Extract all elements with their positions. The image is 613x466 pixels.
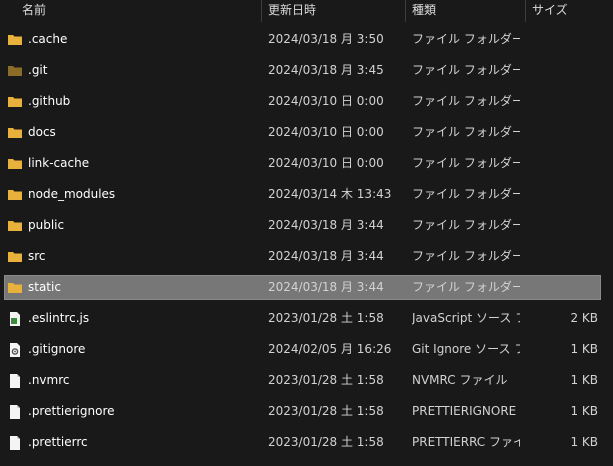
file-row[interactable]: .eslintrc.js 2023/01/28 土 1:58 JavaScript … (0, 306, 613, 337)
file-type: ファイル フォルダー (412, 249, 520, 263)
file-type: NVMRC ファイル (412, 373, 508, 387)
file-row[interactable]: .prettierrc 2023/01/28 土 1:58 PRETTIERRC フ… (0, 430, 613, 461)
column-date-header[interactable]: 更新日時 (268, 0, 316, 22)
file-size (530, 120, 598, 145)
file-type: PRETTIERIGNORE ... (412, 404, 520, 418)
file-date: 2024/03/10 日 0:00 (268, 156, 384, 170)
file-type: PRETTIERRC ファイル (412, 435, 520, 449)
file-name: static (28, 280, 61, 294)
file-size (530, 27, 598, 52)
file-date: 2023/01/28 土 1:58 (268, 404, 384, 418)
folder-icon (7, 280, 23, 296)
file-size (530, 275, 598, 300)
folder-icon (7, 32, 23, 48)
file-date: 2024/03/18 月 3:50 (268, 32, 384, 46)
column-divider[interactable] (261, 0, 262, 22)
file-icon (7, 435, 23, 451)
file-list: .cache 2024/03/18 月 3:50 ファイル フォルダー .git 202… (0, 27, 613, 461)
file-size: 1 KB (570, 404, 598, 418)
file-row[interactable]: link-cache 2024/03/10 日 0:00 ファイル フォルダー (0, 151, 613, 182)
column-name-header[interactable]: 名前 (22, 0, 46, 22)
sort-ascending-icon: ^ (131, 0, 142, 8)
folder-icon (7, 249, 23, 265)
file-type: ファイル フォルダー (412, 32, 520, 46)
file-date: 2024/03/10 日 0:00 (268, 125, 384, 139)
file-type: ファイル フォルダー (412, 280, 520, 294)
file-size (530, 244, 598, 269)
file-row[interactable]: .nvmrc 2023/01/28 土 1:58 NVMRC ファイル 1 KB (0, 368, 613, 399)
file-name: docs (28, 125, 56, 139)
column-header: 名前 ^ 更新日時 種類 サイズ (0, 0, 613, 22)
file-row[interactable]: docs 2024/03/10 日 0:00 ファイル フォルダー (0, 120, 613, 151)
file-row[interactable]: .prettierignore 2023/01/28 土 1:58 PRETTIER… (0, 399, 613, 430)
file-date: 2023/01/28 土 1:58 (268, 311, 384, 325)
file-name: .cache (28, 32, 68, 46)
column-size-header[interactable]: サイズ (532, 0, 568, 22)
file-icon (7, 404, 23, 420)
file-type: ファイル フォルダー (412, 156, 520, 170)
file-date: 2024/03/18 月 3:44 (268, 218, 384, 232)
file-icon (7, 373, 23, 389)
file-row[interactable]: .cache 2024/03/18 月 3:50 ファイル フォルダー (0, 27, 613, 58)
folder-icon (7, 187, 23, 203)
file-name: .eslintrc.js (28, 311, 90, 325)
file-date: 2024/02/05 月 16:26 (268, 342, 392, 356)
folder-icon (7, 156, 23, 172)
file-date: 2024/03/18 月 3:44 (268, 249, 384, 263)
file-row[interactable]: public 2024/03/18 月 3:44 ファイル フォルダー (0, 213, 613, 244)
file-type: ファイル フォルダー (412, 125, 520, 139)
file-type: ファイル フォルダー (412, 63, 520, 77)
file-size (530, 89, 598, 114)
file-name: .gitignore (28, 342, 86, 356)
file-name: .prettierignore (28, 404, 115, 418)
column-divider[interactable] (525, 0, 526, 22)
column-type-header[interactable]: 種類 (412, 0, 436, 22)
file-size: 1 KB (570, 342, 598, 356)
file-date: 2024/03/14 木 13:43 (268, 187, 392, 201)
column-divider[interactable] (405, 0, 406, 22)
file-name: .github (28, 94, 71, 108)
file-date: 2023/01/28 土 1:58 (268, 373, 384, 387)
file-row[interactable]: src 2024/03/18 月 3:44 ファイル フォルダー (0, 244, 613, 275)
file-name: .nvmrc (28, 373, 70, 387)
file-size (530, 213, 598, 238)
file-size (530, 151, 598, 176)
file-row[interactable]: node_modules 2024/03/14 木 13:43 ファイル フォルダー (0, 182, 613, 213)
file-name: public (28, 218, 65, 232)
js-file-icon (7, 311, 23, 327)
file-name: .prettierrc (28, 435, 88, 449)
file-row-selected[interactable]: static 2024/03/18 月 3:44 ファイル フォルダー (0, 275, 613, 306)
folder-icon (7, 218, 23, 234)
file-type: ファイル フォルダー (412, 218, 520, 232)
folder-icon (7, 94, 23, 110)
file-size (530, 182, 598, 207)
file-type: Git Ignore ソース フ... (412, 342, 520, 356)
file-size: 1 KB (570, 435, 598, 449)
file-date: 2024/03/10 日 0:00 (268, 94, 384, 108)
file-size: 2 KB (570, 311, 598, 325)
file-name: node_modules (28, 187, 116, 201)
file-date: 2024/03/18 月 3:45 (268, 63, 384, 77)
config-file-icon (7, 342, 23, 358)
file-row[interactable]: .github 2024/03/10 日 0:00 ファイル フォルダー (0, 89, 613, 120)
file-size (530, 58, 598, 83)
file-name: src (28, 249, 46, 263)
file-type: ファイル フォルダー (412, 94, 520, 108)
file-name: link-cache (28, 156, 90, 170)
file-date: 2024/03/18 月 3:44 (268, 280, 384, 294)
file-size: 1 KB (570, 373, 598, 387)
file-name: .git (28, 63, 48, 77)
file-type: JavaScript ソース フ... (412, 311, 520, 325)
folder-dim-icon (7, 63, 23, 79)
folder-icon (7, 125, 23, 141)
file-row[interactable]: .git 2024/03/18 月 3:45 ファイル フォルダー (0, 58, 613, 89)
file-type: ファイル フォルダー (412, 187, 520, 201)
file-date: 2023/01/28 土 1:58 (268, 435, 384, 449)
file-row[interactable]: .gitignore 2024/02/05 月 16:26 Git Ignore ソ… (0, 337, 613, 368)
